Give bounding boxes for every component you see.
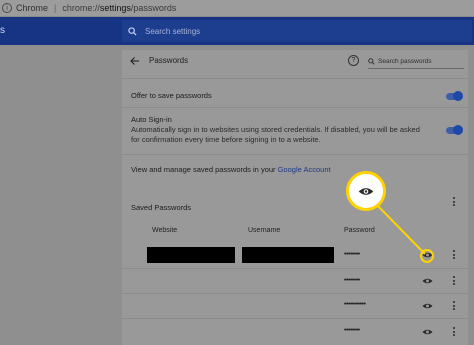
settings-search-bar[interactable]: Search settings bbox=[122, 20, 472, 42]
row-more-icon[interactable] bbox=[453, 250, 456, 261]
redacted-username bbox=[242, 247, 334, 263]
redacted-website bbox=[147, 247, 235, 263]
offer-to-save-toggle[interactable] bbox=[446, 91, 463, 101]
masked-password: •••••••• bbox=[344, 251, 360, 258]
help-icon[interactable]: ? bbox=[348, 55, 359, 66]
password-search-placeholder: Search passwords bbox=[378, 57, 432, 65]
passwords-card: Passwords ? Search passwords Offer to sa… bbox=[122, 50, 468, 345]
manage-passwords-text: View and manage saved passwords in your … bbox=[131, 165, 331, 174]
masked-password: •••••••• bbox=[344, 277, 360, 284]
divider bbox=[122, 78, 468, 79]
toggle-knob bbox=[453, 125, 463, 135]
show-password-eye-icon[interactable] bbox=[422, 302, 433, 310]
back-arrow-icon[interactable] bbox=[130, 56, 140, 66]
row-more-icon[interactable] bbox=[453, 327, 456, 338]
page-title: Passwords bbox=[149, 56, 189, 65]
saved-passwords-heading: Saved Passwords bbox=[131, 203, 192, 212]
magnified-eye-callout bbox=[346, 171, 386, 211]
offer-to-save-label: Offer to save passwords bbox=[131, 91, 212, 100]
saved-passwords-more-icon[interactable] bbox=[453, 197, 456, 208]
show-password-eye-icon[interactable] bbox=[422, 328, 433, 336]
toggle-knob bbox=[453, 91, 463, 101]
highlight-ring bbox=[420, 249, 434, 263]
url-separator: | bbox=[54, 3, 57, 13]
auto-signin-toggle[interactable] bbox=[446, 125, 463, 135]
divider bbox=[122, 318, 468, 319]
settings-title: s bbox=[0, 25, 5, 36]
eye-icon bbox=[358, 187, 374, 195]
url-text[interactable]: chrome://settings/passwords bbox=[62, 3, 176, 13]
google-account-link[interactable]: Google Account bbox=[278, 165, 331, 174]
search-icon bbox=[368, 57, 375, 65]
divider bbox=[122, 154, 468, 155]
origin-label: Chrome bbox=[16, 3, 49, 13]
masked-password: ••••••••••• bbox=[344, 301, 366, 308]
divider bbox=[122, 293, 468, 294]
password-search-field[interactable]: Search passwords bbox=[368, 54, 464, 69]
column-username: Username bbox=[248, 227, 281, 234]
settings-search-placeholder: Search settings bbox=[145, 26, 201, 36]
auto-signin-description: Automatically sign in to websites using … bbox=[131, 125, 420, 144]
column-website: Website bbox=[152, 227, 178, 234]
masked-password: •••••••• bbox=[344, 327, 360, 334]
show-password-eye-icon[interactable] bbox=[422, 277, 433, 285]
column-password: Password bbox=[344, 227, 375, 234]
browser-address-bar[interactable]: i Chrome | chrome://settings/passwords bbox=[0, 0, 474, 17]
row-more-icon[interactable] bbox=[453, 276, 456, 287]
info-icon[interactable]: i bbox=[2, 3, 12, 13]
row-more-icon[interactable] bbox=[453, 301, 456, 312]
divider bbox=[122, 268, 468, 269]
divider bbox=[122, 107, 468, 108]
search-icon bbox=[128, 26, 137, 36]
left-nav bbox=[0, 45, 121, 345]
auto-signin-label: Auto Sign-in bbox=[131, 115, 172, 124]
settings-header: s Search settings bbox=[0, 17, 474, 45]
